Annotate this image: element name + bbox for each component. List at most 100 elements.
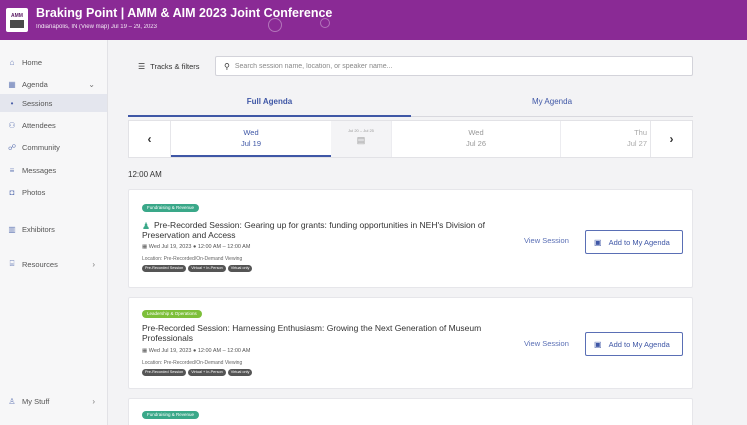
logo-text: AMM [11,12,23,19]
resources-icon: ⌸ [9,259,15,268]
track-badge: Leadership & Operations [142,310,202,318]
add-to-agenda-label: Add to My Agenda [608,339,670,349]
tag-badge: Virtual only [227,369,253,376]
search-icon: ⚲ [224,61,230,71]
message-icon: ≡ [9,165,15,175]
home-icon: ⌂ [9,57,15,67]
sidebar-item-label: Sessions [22,98,53,108]
date-strip: ‹ Wed Jul 19 Jul 20 – Jul 25 ▤ Wed Jul 2… [128,120,693,158]
tag-badge: Virtual only [227,265,253,272]
sidebar-item-photos[interactable]: ◘ Photos [0,183,107,201]
session-card: Fundraising & Revenue [128,398,693,425]
date-day: Jul 19 [240,139,261,148]
date-weekday: Wed [243,128,259,137]
sidebar: ⌂ Home ▦ Agenda ⌄ • Sessions ⚇ Attendees… [0,40,108,425]
chevron-right-icon: › [92,259,95,269]
sidebar-item-label: Community [22,142,60,152]
filter-icon: ☰ [138,61,146,71]
bookmark-icon: ▣ [594,339,602,349]
sidebar-item-attendees[interactable]: ⚇ Attendees [0,116,107,134]
calendar-icon: ▦ [142,244,149,250]
date-range: Jul 20 – Jul 25 [348,128,374,133]
event-subtitle: Indianapolis, IN (View map) Jul 19 – 29,… [36,24,157,30]
tracks-filters-button[interactable]: ☰ Tracks & filters [128,56,208,76]
bookmark-icon: ▣ [594,237,602,247]
chevron-left-icon[interactable]: ‹ [129,121,171,157]
date-day: Jul 26 [465,139,486,148]
session-date: Wed Jul 19, 2023 [148,348,192,354]
sidebar-item-messages[interactable]: ≡ Messages [0,161,107,179]
track-badge: Fundraising & Revenue [142,411,200,419]
community-icon: ☍ [7,142,17,152]
tag-badge: Pre-Recorded Session [142,265,187,272]
calendar-icon: ▦ [8,79,16,89]
session-datetime: ▦ Wed Jul 19, 2023 ● 12:00 AM – 12:00 AM [142,348,250,354]
building-icon: ▥ [8,224,16,234]
session-time: 12:00 AM – 12:00 AM [197,348,251,354]
decorative-circle [320,18,330,28]
sidebar-item-exhibitors[interactable]: ▥ Exhibitors [0,220,107,238]
session-card: Fundraising & Revenue ♟ Pre-Recorded Sess… [128,189,693,288]
search-input[interactable] [234,62,675,70]
add-to-agenda-button[interactable]: ▣ Add to My Agenda [585,230,683,254]
session-location: Location: Pre-Recorded/On-Demand Viewing [142,360,243,366]
add-to-agenda-label: Add to My Agenda [608,237,670,247]
app-header: AMM Braking Point | AMM & AIM 2023 Joint… [0,0,747,40]
sidebar-item-sessions[interactable]: • Sessions [0,94,107,112]
sidebar-item-label: Agenda [22,79,48,89]
date-tab[interactable]: Wed Jul 19 [171,121,331,157]
chevron-right-icon: › [92,396,95,406]
date-tab[interactable]: Thu Jul 27 [561,121,651,157]
tab-my-agenda[interactable]: My Agenda [411,97,693,117]
sidebar-item-home[interactable]: ⌂ Home [0,53,107,71]
event-title[interactable]: Braking Point | AMM & AIM 2023 Joint Con… [36,6,332,20]
session-title[interactable]: ♟ Pre-Recorded Session: Gearing up for gr… [142,220,502,240]
add-to-agenda-button[interactable]: ▣ Add to My Agenda [585,332,683,356]
sidebar-item-label: Home [22,57,43,67]
calendar-icon: ▦ [142,348,149,354]
sidebar-item-my-stuff[interactable]: ♙ My Stuff › [0,392,107,410]
view-session-link[interactable]: View Session [524,339,569,348]
chevron-right-icon[interactable]: › [650,121,692,157]
track-badge: Fundraising & Revenue [142,204,200,212]
people-icon: ⚇ [8,120,16,130]
conference-logo[interactable]: AMM [6,8,28,32]
chevron-down-icon: ⌄ [88,79,95,89]
session-tags: Pre-Recorded Session Virtual + In-Person… [142,265,253,272]
sidebar-item-resources[interactable]: ⌸ Resources › [0,255,107,273]
view-session-link[interactable]: View Session [524,236,569,245]
sidebar-item-label: Resources [22,259,58,269]
sidebar-item-agenda[interactable]: ▦ Agenda ⌄ [0,75,107,93]
tag-badge: Virtual + In-Person [188,265,226,272]
sidebar-item-label: Attendees [22,120,56,130]
tab-full-agenda[interactable]: Full Agenda [128,97,411,117]
calendar-icon: ▤ [356,135,366,145]
session-location: Location: Pre-Recorded/On-Demand Viewing [142,256,243,262]
tag-badge: Virtual + In-Person [188,369,226,376]
date-tab[interactable]: Wed Jul 26 [391,121,561,157]
sidebar-item-label: Exhibitors [22,224,55,234]
session-tags: Pre-Recorded Session Virtual + In-Person… [142,369,253,376]
sidebar-item-label: Messages [22,165,57,175]
dot-icon: • [10,98,14,108]
date-weekday: Thu [634,128,647,137]
session-time: 12:00 AM – 12:00 AM [197,244,251,250]
session-datetime: ▦ Wed Jul 19, 2023 ● 12:00 AM – 12:00 AM [142,244,250,250]
date-weekday: Wed [468,128,484,137]
session-title-text: Pre-Recorded Session: Gearing up for gra… [142,220,485,240]
decorative-circle [268,18,282,32]
logo-bar [10,19,24,28]
user-icon: ♙ [8,396,16,406]
photo-icon: ◘ [9,187,15,197]
person-icon: ♟ [142,221,151,231]
tracks-filters-label: Tracks & filters [150,61,200,71]
sidebar-item-label: My Stuff [22,396,50,406]
date-range-tab[interactable]: Jul 20 – Jul 25 ▤ [331,121,391,157]
session-title[interactable]: Pre-Recorded Session: Harnessing Enthusi… [142,323,502,343]
session-card: Leadership & Operations Pre-Recorded Ses… [128,297,693,389]
tag-badge: Pre-Recorded Session [142,369,187,376]
sidebar-item-community[interactable]: ☍ Community [0,138,107,156]
sidebar-item-label: Photos [22,187,46,197]
search-box[interactable]: ⚲ [215,56,693,76]
date-day: Jul 27 [626,139,647,148]
